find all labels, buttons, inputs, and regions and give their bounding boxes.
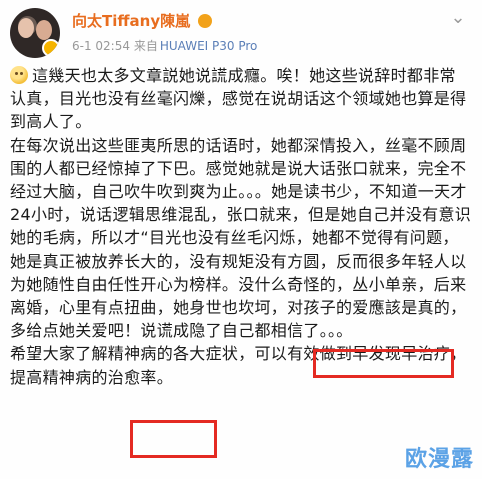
avatar-face-right (36, 20, 52, 40)
chevron-down-icon[interactable]: ⌄ (450, 9, 466, 27)
highlight-box-2 (130, 420, 217, 458)
source-prefix: 来自 (133, 39, 158, 53)
sad-face-icon (10, 66, 28, 84)
device-name[interactable]: HUAWEI P30 Pro (160, 39, 258, 53)
avatar[interactable] (10, 8, 60, 58)
avatar-face-left (18, 18, 34, 38)
username-text[interactable]: 向太Tiffany陳嵐 (72, 12, 190, 30)
paragraph-2: 在每次说出这些匪夷所思的话语时，她都深情投入，丝毫不顾周围的人都已经惊掉了下巴。… (10, 134, 472, 343)
weibo-post-card: 向太Tiffany陳嵐 6-1 02:54 来自 HUAWEI P30 Pro ⌄… (0, 0, 482, 479)
post-time: 6-1 02:54 (72, 39, 130, 53)
watermark: 欧漫露 (404, 447, 474, 472)
paragraph-1: 這幾天也太多文章説她说謊成癮。唉！她这些说辞时都非常认真，目光也没有丝毫闪爍，感… (10, 64, 472, 134)
post-body: 這幾天也太多文章説她说謊成癮。唉！她这些说辞时都非常认真，目光也没有丝毫闪爍，感… (10, 64, 472, 389)
post-meta: 6-1 02:54 来自 HUAWEI P30 Pro (72, 37, 257, 54)
paragraph-2-text: 在每次说出这些匪夷所思的话语时，她都深情投入，丝毫不顾周围的人都已经惊掉了下巴。… (10, 135, 472, 341)
crown-badge-icon (198, 14, 213, 28)
post-header: 向太Tiffany陳嵐 6-1 02:54 来自 HUAWEI P30 Pro ⌄ (10, 8, 472, 62)
paragraph-1-text: 這幾天也太多文章説她说謊成癮。唉！她这些说辞时都非常认真，目光也没有丝毫闪爍，感… (10, 66, 467, 132)
username[interactable]: 向太Tiffany陳嵐 (72, 10, 213, 31)
verified-badge-icon (42, 39, 60, 57)
highlight-box-1 (313, 349, 454, 378)
